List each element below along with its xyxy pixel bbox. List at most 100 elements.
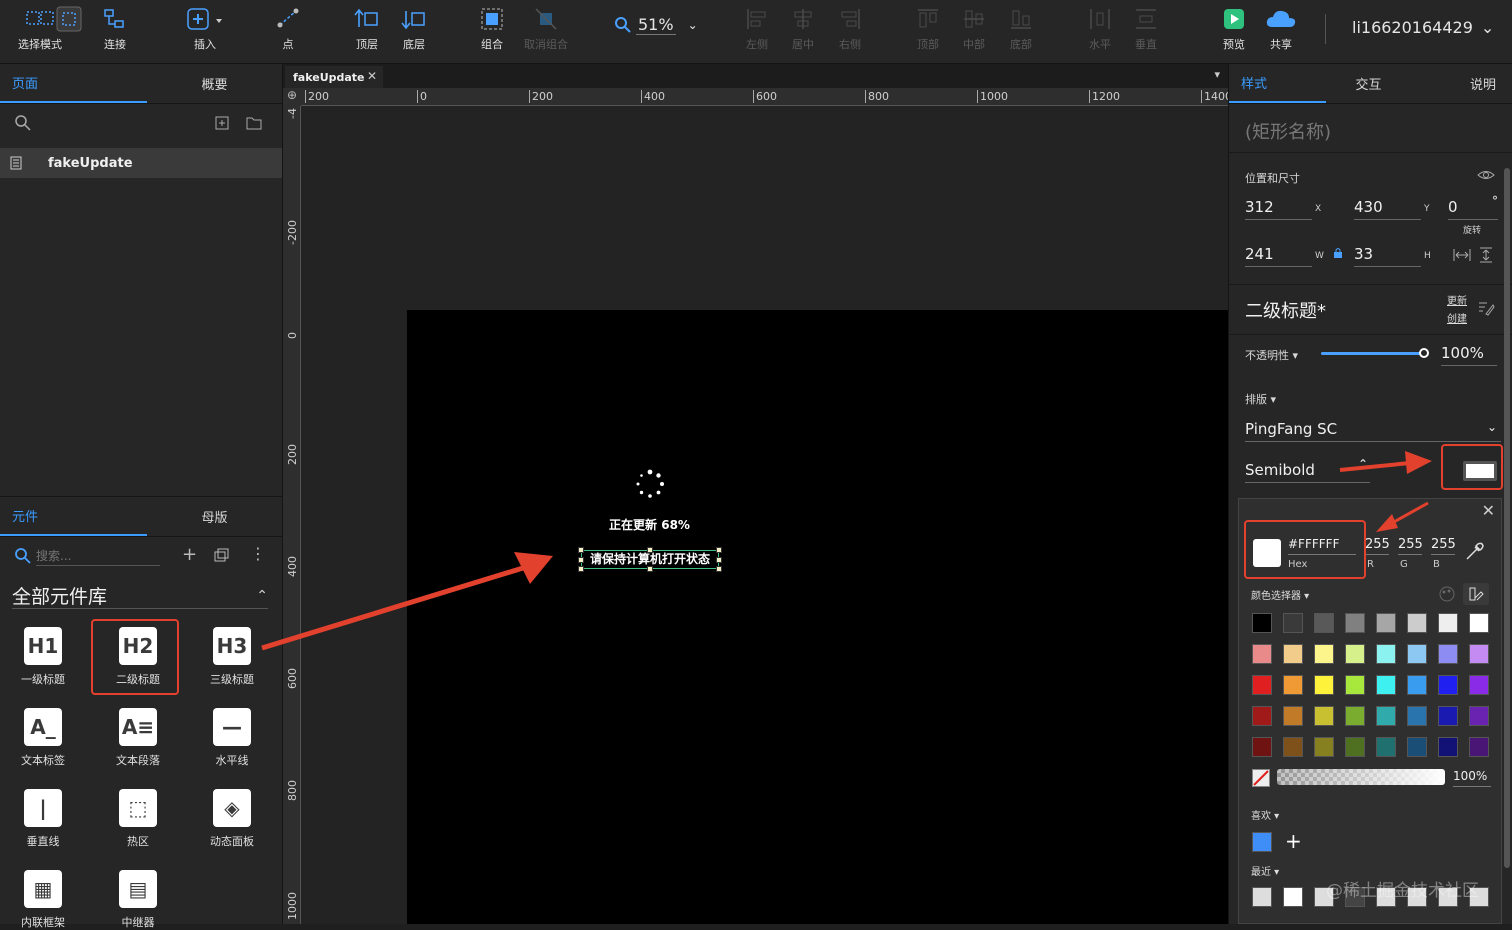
widget-search-input[interactable] <box>36 546 160 566</box>
color-swatch[interactable] <box>1345 706 1365 726</box>
favorite-swatch[interactable] <box>1252 832 1272 852</box>
align-bottom-button[interactable]: 底部 <box>1009 6 1033 52</box>
color-swatch[interactable] <box>1407 644 1427 664</box>
align-top-button[interactable]: 顶部 <box>916 6 940 52</box>
zoom-control[interactable]: 51% ⌄ <box>614 15 698 35</box>
tab-overflow-icon[interactable]: ▾ <box>1214 68 1220 81</box>
recent-color-swatch[interactable] <box>1283 887 1303 907</box>
w-field[interactable]: 241 <box>1245 245 1312 267</box>
color-swatch[interactable] <box>1469 644 1489 664</box>
select-contained-button[interactable] <box>56 6 82 32</box>
h-field[interactable]: 33 <box>1354 245 1421 267</box>
add-page-icon[interactable] <box>215 116 229 130</box>
align-middle-button[interactable]: 中部 <box>962 6 986 52</box>
color-swatch[interactable] <box>1345 644 1365 664</box>
color-picker-mode-label[interactable]: 颜色选择器 ▾ <box>1251 587 1309 602</box>
color-swatch[interactable] <box>1252 613 1272 633</box>
align-left-button[interactable]: 左侧 <box>745 6 769 52</box>
recent-label[interactable]: 最近 ▾ <box>1251 863 1279 878</box>
tab-notes[interactable]: 说明 <box>1411 64 1512 103</box>
more-menu-icon[interactable]: ⋮ <box>250 544 266 563</box>
color-swatch[interactable] <box>1407 675 1427 695</box>
canvas-area[interactable]: fakeUpdate ✕ ▾ ⊕ 200 0 200 400 600 800 1000 120… <box>283 64 1232 924</box>
widget-10[interactable]: ▤ 中继器 <box>103 870 173 930</box>
document-tab[interactable]: fakeUpdate ✕ <box>285 66 383 88</box>
close-icon[interactable]: ✕ <box>367 69 377 83</box>
fit-width-icon[interactable] <box>1453 248 1471 262</box>
send-to-back-button[interactable]: 底层 <box>400 6 428 52</box>
widget-4[interactable]: A≡ 文本段落 <box>103 708 173 768</box>
color-swatch[interactable] <box>1438 675 1458 695</box>
preview-button[interactable]: 预览 <box>1222 6 1246 52</box>
update-style-link[interactable]: 更新 <box>1447 292 1467 307</box>
color-swatch[interactable] <box>1376 613 1396 633</box>
resize-handle[interactable] <box>647 547 653 553</box>
color-swatch[interactable] <box>1283 644 1303 664</box>
color-swatch[interactable] <box>1314 613 1334 633</box>
add-library-icon[interactable]: + <box>182 544 197 565</box>
resize-handle[interactable] <box>578 557 584 563</box>
color-swatch[interactable] <box>1345 613 1365 633</box>
typography-label[interactable]: 排版 ▾ <box>1245 391 1276 407</box>
color-swatch[interactable] <box>1283 675 1303 695</box>
point-button[interactable]: 点 <box>276 6 300 52</box>
no-fill-button[interactable] <box>1252 769 1270 787</box>
recent-color-swatch[interactable] <box>1252 887 1272 907</box>
add-folder-icon[interactable] <box>246 116 262 130</box>
color-swatch[interactable] <box>1376 737 1396 757</box>
resize-handle[interactable] <box>716 547 722 553</box>
color-swatch[interactable] <box>1283 613 1303 633</box>
eyedropper-icon[interactable] <box>1465 541 1485 561</box>
tab-interactions[interactable]: 交互 <box>1326 64 1411 103</box>
search-icon[interactable] <box>14 114 32 132</box>
library-select[interactable]: 全部元件库 ⌃ <box>12 583 268 609</box>
opacity-field[interactable]: 100% <box>1441 344 1497 366</box>
color-swatch[interactable] <box>1314 675 1334 695</box>
color-swatch[interactable] <box>1469 675 1489 695</box>
color-swatch[interactable] <box>1438 706 1458 726</box>
share-button[interactable]: 共享 <box>1264 6 1298 52</box>
color-swatch[interactable] <box>1376 675 1396 695</box>
r-input[interactable]: 255 <box>1365 537 1390 555</box>
resize-handle[interactable] <box>578 547 584 553</box>
tab-masters[interactable]: 母版 <box>147 497 282 536</box>
tab-pages[interactable]: 页面 <box>0 64 147 103</box>
tab-widgets[interactable]: 元件 <box>0 497 147 536</box>
scrollbar[interactable] <box>1504 168 1510 868</box>
zoom-value[interactable]: 51% <box>636 15 676 35</box>
close-icon[interactable]: ✕ <box>1482 501 1495 520</box>
color-swatch[interactable] <box>1252 644 1272 664</box>
color-swatch[interactable] <box>1252 737 1272 757</box>
color-swatch[interactable] <box>1407 737 1427 757</box>
style-name[interactable]: 二级标题* <box>1245 297 1326 323</box>
opacity-slider[interactable] <box>1321 348 1429 358</box>
color-swatch[interactable] <box>1376 706 1396 726</box>
alpha-input[interactable]: 100% <box>1453 769 1491 787</box>
user-menu[interactable]: li16620164429 ⌄ <box>1352 18 1494 37</box>
color-swatch[interactable] <box>1469 737 1489 757</box>
b-input[interactable]: 255 <box>1431 537 1456 555</box>
insert-button[interactable]: 插入 <box>186 6 224 52</box>
color-swatch[interactable] <box>1283 737 1303 757</box>
add-favorite-icon[interactable]: + <box>1285 829 1302 853</box>
tab-style[interactable]: 样式 <box>1229 64 1326 103</box>
distribute-horizontal-button[interactable]: 水平 <box>1088 6 1112 52</box>
update-progress-text[interactable]: 正在更新 68% <box>557 516 742 533</box>
opacity-slider-knob[interactable] <box>1419 348 1429 358</box>
align-center-button[interactable]: 居中 <box>791 6 815 52</box>
widget-6[interactable]: | 垂直线 <box>8 789 78 849</box>
y-field[interactable]: 430 <box>1354 198 1421 220</box>
ungroup-button[interactable]: 取消组合 <box>524 6 568 52</box>
color-swatch[interactable] <box>1314 706 1334 726</box>
widget-7[interactable]: ⬚ 热区 <box>103 789 173 849</box>
align-right-button[interactable]: 右侧 <box>838 6 862 52</box>
widget-2[interactable]: H3 三级标题 <box>197 627 267 687</box>
color-swatch[interactable] <box>1252 675 1272 695</box>
favorites-label[interactable]: 喜欢 ▾ <box>1251 807 1279 822</box>
color-swatch[interactable] <box>1438 644 1458 664</box>
color-swatch[interactable] <box>1252 706 1272 726</box>
palette-icon[interactable] <box>1437 585 1457 603</box>
resize-handle[interactable] <box>647 566 653 572</box>
group-button[interactable]: 组合 <box>480 6 504 52</box>
bring-to-front-button[interactable]: 顶层 <box>353 6 381 52</box>
